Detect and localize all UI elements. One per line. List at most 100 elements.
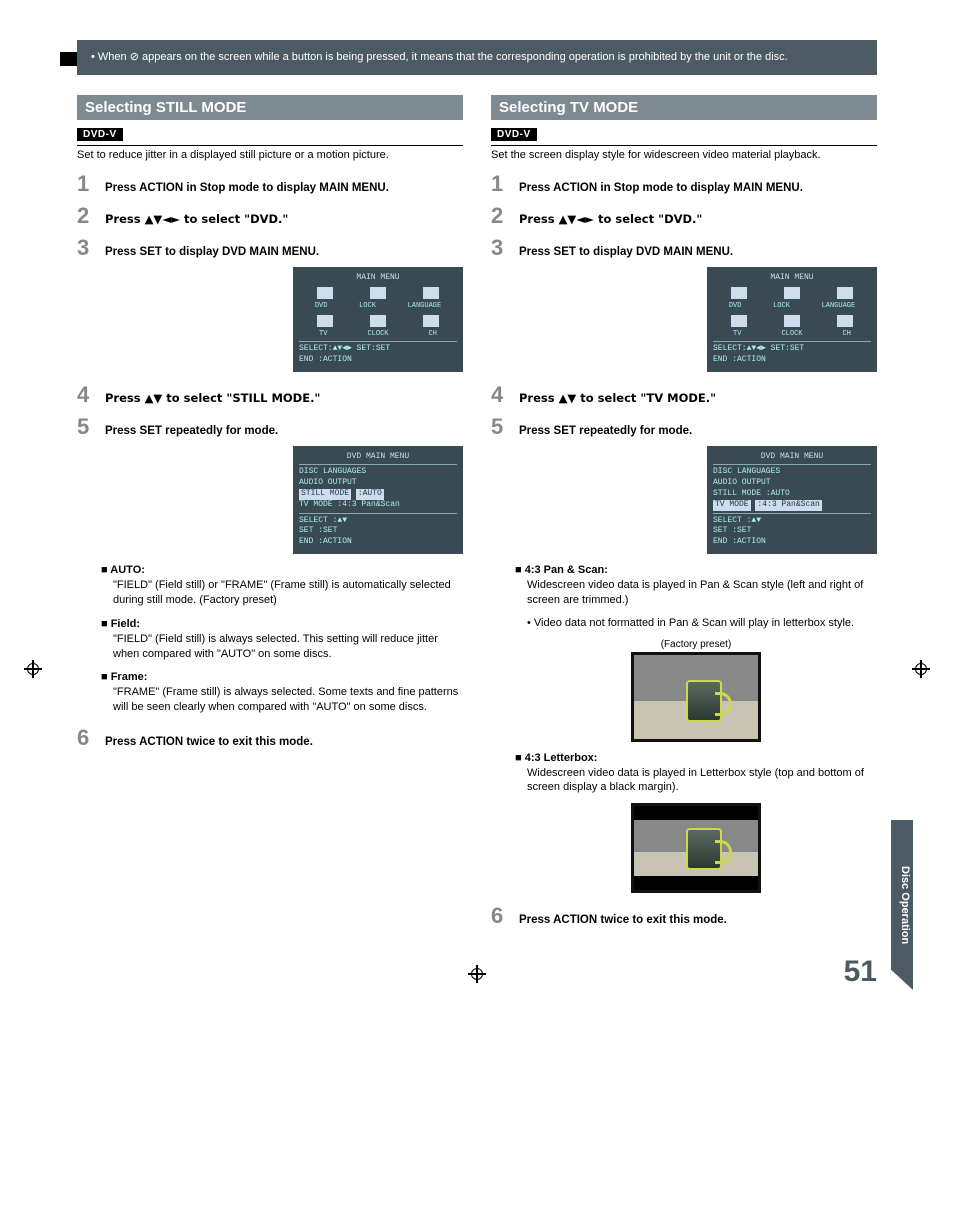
step-number: 1 (491, 171, 509, 197)
step-6: 6Press ACTION twice to exit this mode. (77, 725, 463, 751)
osd-label: LOCK (359, 302, 376, 311)
osd-title: DVD MAIN MENU (713, 452, 871, 463)
osd-icon (423, 287, 439, 299)
mode-desc: "FRAME" (Frame still) is always selected… (113, 685, 463, 715)
step-text: Press SET repeatedly for mode. (519, 425, 692, 437)
column-tv-mode: Selecting TV MODE DVD-V Set the screen d… (491, 95, 877, 935)
step-text: Press ▲▼◄► to select "DVD." (105, 212, 288, 226)
osd-label: CH (429, 330, 437, 339)
osd-label: CLOCK (367, 330, 388, 339)
step-number: 4 (77, 382, 95, 408)
osd-main-menu: MAIN MENU DVDLOCKLANGUAGE TVCLOCKCH SELE… (707, 267, 877, 371)
osd-dvd-main-menu: DVD MAIN MENU DISC LANGUAGES AUDIO OUTPU… (707, 446, 877, 554)
step-5: 5 Press SET repeatedly for mode. (77, 414, 463, 440)
step-number: 2 (491, 203, 509, 229)
step-number: 4 (491, 382, 509, 408)
tv-intro: Set the screen display style for widescr… (491, 145, 877, 161)
step-6: 6 Press ACTION twice to exit this mode. (491, 903, 877, 929)
column-still-mode: Selecting STILL MODE DVD-V Set to reduce… (77, 95, 463, 935)
osd-footer: SET :SET (713, 526, 871, 537)
mode-letterbox: 4:3 Letterbox: Widescreen video data is … (515, 752, 877, 894)
factory-preset-label: (Factory preset) (515, 639, 877, 650)
osd-footer: END :ACTION (299, 537, 457, 548)
osd-footer: SET :SET (299, 526, 457, 537)
osd-icon (837, 287, 853, 299)
osd-label: DVD (315, 302, 328, 311)
step-text: Press SET repeatedly for mode. (105, 425, 278, 437)
dvd-v-badge: DVD-V (77, 128, 123, 141)
tv-image-pan-scan (631, 652, 761, 742)
osd-line: TV MODE :4:3 Pan&Scan (299, 500, 457, 511)
mode-heading: Field: (101, 618, 463, 630)
step-text: Press ▲▼◄► to select "DVD." (519, 212, 702, 226)
step-5: 5 Press SET repeatedly for mode. (491, 414, 877, 440)
prohibition-note: • When ⊘ appears on the screen while a b… (77, 40, 877, 75)
section-tab-disc-operation: Disc Operation (891, 820, 913, 990)
osd-label: TV (733, 330, 741, 339)
osd-icon (317, 315, 333, 327)
osd-line: DISC LANGUAGES (299, 467, 457, 478)
osd-footer: END :ACTION (713, 355, 871, 366)
osd-icon (837, 315, 853, 327)
mode-desc: Widescreen video data is played in Pan &… (527, 578, 877, 608)
osd-footer: END :ACTION (299, 355, 457, 366)
mode-pan-scan: 4:3 Pan & Scan: Widescreen video data is… (515, 564, 877, 742)
step-number: 6 (77, 725, 95, 751)
registration-mark-bottom (468, 965, 486, 983)
mode-desc: "FIELD" (Field still) or "FRAME" (Frame … (113, 578, 463, 608)
step-text: Press ACTION in Stop mode to display MAI… (105, 182, 389, 194)
osd-label: LANGUAGE (408, 302, 442, 311)
osd-icon (784, 287, 800, 299)
step-4: 4Press ▲▼ to select "STILL MODE." (77, 382, 463, 408)
section-heading-tv: Selecting TV MODE (491, 95, 877, 120)
step-number: 5 (491, 414, 509, 440)
step-2: 2 Press ▲▼◄► to select "DVD." (491, 203, 877, 229)
osd-label: TV (319, 330, 327, 339)
mode-heading: 4:3 Pan & Scan: (515, 564, 877, 576)
osd-label: LANGUAGE (822, 302, 856, 311)
section-heading-still: Selecting STILL MODE (77, 95, 463, 120)
osd-footer: SELECT :▲▼ (713, 516, 871, 527)
osd-label: CH (843, 330, 851, 339)
osd-line: TV MODE :4:3 Pan&Scan (713, 500, 871, 511)
step-number: 6 (491, 903, 509, 929)
step-number: 3 (491, 235, 509, 261)
osd-label: LOCK (773, 302, 790, 311)
osd-icon (731, 287, 747, 299)
step-number: 3 (77, 235, 95, 261)
mode-heading: Frame: (101, 671, 463, 683)
step-number: 5 (77, 414, 95, 440)
mode-desc: • Video data not formatted in Pan & Scan… (527, 616, 877, 631)
osd-footer: SELECT:▲▼◄► SET:SET (713, 344, 871, 355)
osd-line: AUDIO OUTPUT (713, 478, 871, 489)
registration-mark-right (912, 660, 930, 678)
step-text: Press SET to display DVD MAIN MENU. (105, 246, 319, 258)
step-number: 1 (77, 171, 95, 197)
osd-label: CLOCK (781, 330, 802, 339)
osd-icon (731, 315, 747, 327)
step-text: Press ▲▼ to select "TV MODE." (519, 391, 716, 405)
osd-footer: SELECT:▲▼◄► SET:SET (299, 344, 457, 355)
osd-icon (370, 315, 386, 327)
dvd-v-badge: DVD-V (491, 128, 537, 141)
step-2: 2Press ▲▼◄► to select "DVD." (77, 203, 463, 229)
osd-footer: END :ACTION (713, 537, 871, 548)
osd-title: MAIN MENU (299, 273, 457, 284)
osd-title: MAIN MENU (713, 273, 871, 284)
mode-frame: Frame: "FRAME" (Frame still) is always s… (101, 671, 463, 715)
osd-icon (784, 315, 800, 327)
osd-icon (423, 315, 439, 327)
osd-line: STILL MODE :AUTO (299, 489, 457, 500)
osd-line: AUDIO OUTPUT (299, 478, 457, 489)
osd-icon (317, 287, 333, 299)
osd-footer: SELECT :▲▼ (299, 516, 457, 527)
step-1: 1 Press ACTION in Stop mode to display MA… (491, 171, 877, 197)
page-content: • When ⊘ appears on the screen while a b… (77, 40, 877, 989)
mode-heading: AUTO: (101, 564, 463, 576)
osd-title: DVD MAIN MENU (299, 452, 457, 463)
osd-line: STILL MODE :AUTO (713, 489, 871, 500)
step-text: Press ACTION in Stop mode to display MAI… (519, 182, 803, 194)
registration-mark-left (24, 660, 42, 678)
step-text: Press ACTION twice to exit this mode. (519, 914, 727, 926)
osd-line: DISC LANGUAGES (713, 467, 871, 478)
